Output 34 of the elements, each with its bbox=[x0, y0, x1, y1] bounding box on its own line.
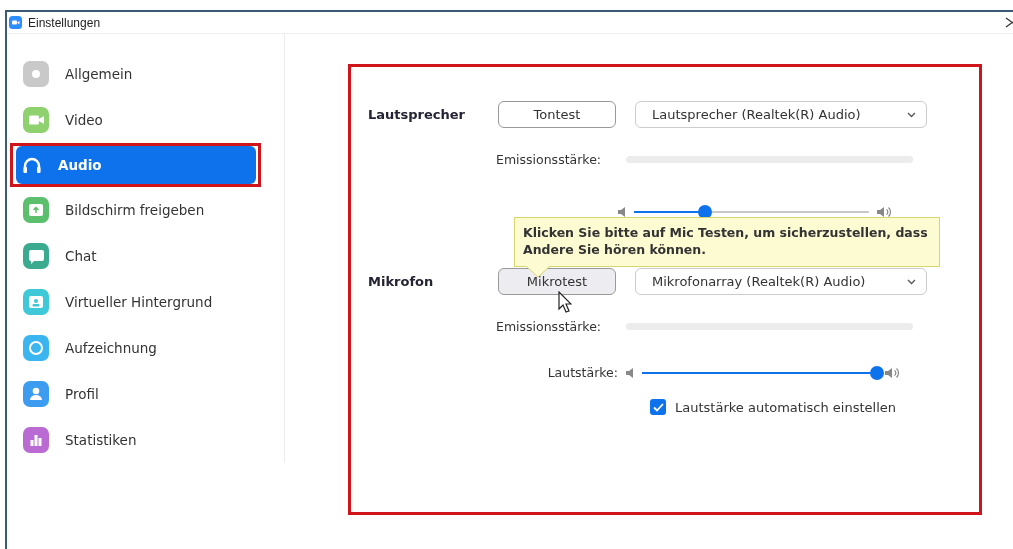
mouse-pointer-icon bbox=[558, 291, 572, 313]
test-button[interactable]: Tontest bbox=[498, 101, 616, 128]
speaker-low-icon bbox=[618, 207, 626, 217]
speaker-high-icon bbox=[877, 206, 892, 218]
app-logo-icon bbox=[9, 16, 22, 29]
device-dropdown[interactable]: Lautsprecher (Realtek(R) Audio) bbox=[635, 101, 927, 128]
volume-label: Lautstärke: bbox=[546, 365, 618, 380]
section-label: Lautsprecher bbox=[368, 107, 466, 122]
sidebar-item[interactable]: Aufzeichnung bbox=[15, 325, 275, 371]
checkbox[interactable] bbox=[650, 399, 666, 415]
sidebar-item[interactable]: Audio bbox=[16, 146, 256, 184]
test-button[interactable]: Mikrotest bbox=[498, 268, 616, 295]
headphones-icon bbox=[22, 156, 42, 174]
speaker-high-icon bbox=[885, 366, 900, 379]
sidebar-item[interactable]: Chat bbox=[15, 233, 275, 279]
chevron-down-icon bbox=[907, 278, 916, 285]
slider-thumb[interactable] bbox=[870, 365, 884, 380]
sidebar-item[interactable]: Statistiken bbox=[15, 417, 275, 463]
tooltip: Klicken Sie bitte auf Mic Testen, um sicherzustellen, dass Andere Sie hören können. bbox=[514, 217, 940, 267]
sidebar-item[interactable]: Profil bbox=[15, 371, 275, 417]
speaker-low-icon bbox=[626, 367, 634, 378]
checkbox-label: Lautstärke automatisch einstellen bbox=[675, 399, 896, 415]
close-icon[interactable] bbox=[1005, 17, 1013, 28]
sidebar-item[interactable]: Virtueller Hintergrund bbox=[15, 279, 275, 325]
section-label: Mikrofon bbox=[368, 274, 435, 289]
sidebar-item[interactable]: Bildschirm freigeben bbox=[15, 187, 275, 233]
sidebar-item[interactable]: Allgemein bbox=[15, 51, 275, 97]
tooltip-tail bbox=[526, 266, 550, 278]
window-title: Einstellungen bbox=[28, 15, 101, 30]
chevron-down-icon bbox=[907, 111, 916, 118]
meter-label: Emissionsstärke: bbox=[496, 152, 603, 167]
device-dropdown[interactable]: Mikrofonarray (Realtek(R) Audio) bbox=[635, 268, 927, 295]
meter-label: Emissionsstärke: bbox=[496, 319, 603, 334]
sidebar-item[interactable]: Video bbox=[15, 97, 275, 143]
